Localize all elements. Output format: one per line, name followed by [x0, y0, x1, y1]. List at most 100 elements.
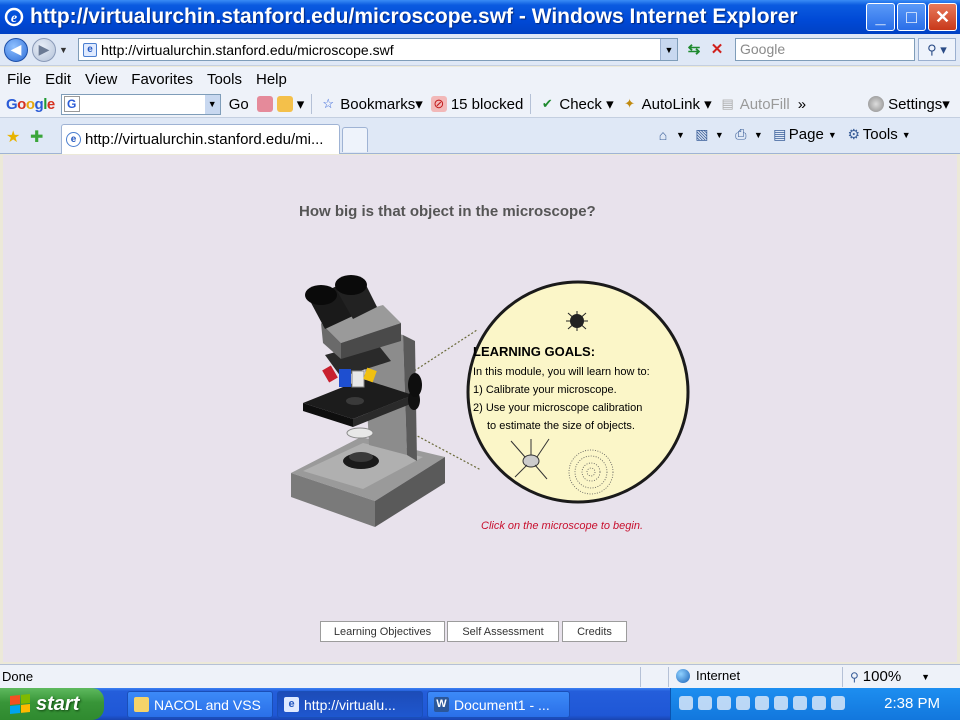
security-zone[interactable]: Internet	[676, 668, 740, 683]
google-search-input[interactable]: G ▼	[60, 93, 221, 115]
search-button[interactable]: ⚲ ▾	[918, 38, 956, 61]
tray-icon[interactable]	[831, 696, 845, 710]
page-icon: e	[83, 42, 97, 57]
zone-label: Internet	[696, 668, 741, 683]
tray-icon[interactable]	[698, 696, 712, 710]
folder-icon	[134, 697, 149, 712]
refresh-icon[interactable]: ⇆	[684, 40, 704, 60]
credits-button[interactable]: Credits	[562, 621, 627, 642]
settings-button[interactable]: Settings ▾	[868, 95, 950, 113]
check-icon: ✔	[541, 96, 553, 111]
command-bar: ⌂ ▼ ▧ ▼ ⎙ ▼ ▤ Page ▼ ⚙ Tools ▼	[654, 126, 919, 143]
search-input[interactable]: Google	[735, 38, 915, 61]
learning-objectives-button[interactable]: Learning Objectives	[320, 621, 445, 642]
menu-favorites[interactable]: Favorites	[124, 71, 200, 88]
status-bar: Done Internet ⚲ 100% ▼	[0, 664, 960, 688]
autofill-button[interactable]: ▤ AutoFill	[720, 96, 790, 113]
blocked-label: 15 blocked	[450, 95, 524, 113]
print-dropdown-icon[interactable]: ▼	[754, 130, 763, 140]
tray-icon[interactable]	[717, 696, 731, 710]
wand-icon: ✦	[624, 96, 636, 111]
menu-tools[interactable]: Tools	[200, 71, 249, 88]
tab-microscope[interactable]: e http://virtualurchin.stanford.edu/mi..…	[61, 124, 340, 154]
tray-icon[interactable]	[736, 696, 750, 710]
feeds-icon[interactable]: ▧	[693, 126, 711, 143]
maximize-button[interactable]: □	[897, 3, 926, 31]
taskbar-item-nacol[interactable]: NACOL and VSS	[127, 691, 273, 718]
tray-icon[interactable]	[793, 696, 807, 710]
toolbar-tool-icon[interactable]: ▾	[256, 95, 304, 113]
bookmarks-button[interactable]: ☆ Bookmarks ▾	[320, 95, 422, 114]
leader-line-top	[410, 329, 478, 374]
spellcheck-button[interactable]: ✔ Check ▾	[539, 95, 614, 114]
menu-view[interactable]: View	[78, 71, 124, 88]
tab-page-icon: e	[66, 132, 81, 147]
toolbar-overflow-button[interactable]: »	[798, 96, 806, 113]
ie-icon: e	[284, 697, 299, 712]
print-icon[interactable]: ⎙	[732, 126, 750, 143]
close-button[interactable]: ✕	[928, 3, 957, 31]
ie-logo-icon: e	[4, 7, 24, 27]
menu-help[interactable]: Help	[249, 71, 294, 88]
start-label: start	[36, 692, 80, 715]
menu-file[interactable]: File	[0, 71, 38, 88]
settings-label: Settings	[888, 95, 943, 113]
star-icon[interactable]: ★	[6, 127, 20, 147]
stop-icon[interactable]: ✕	[707, 40, 727, 60]
minimize-button[interactable]: _	[866, 3, 895, 31]
specimen-top	[566, 311, 588, 331]
self-assessment-button[interactable]: Self Assessment	[447, 621, 559, 642]
page-menu-button[interactable]: Page	[789, 126, 824, 143]
clock[interactable]: 2:38 PM	[884, 695, 940, 712]
popup-blocker-button[interactable]: ⊘ 15 blocked	[430, 95, 524, 113]
back-arrow-icon[interactable]: ◀	[4, 37, 28, 62]
task-label: NACOL and VSS	[154, 696, 261, 713]
toolbar-separator	[530, 94, 532, 114]
forward-arrow-icon[interactable]: ▶	[32, 37, 56, 62]
zoom-icon: ⚲	[850, 669, 859, 684]
address-dropdown-icon[interactable]: ▼	[660, 39, 677, 60]
taskbar-item-browser[interactable]: e http://virtualu...	[277, 691, 423, 718]
tray-icon[interactable]	[679, 696, 693, 710]
zoom-control[interactable]: ⚲ 100% ▼	[850, 668, 930, 685]
goal-item-1: 1) Calibrate your microscope.	[473, 384, 617, 396]
zoom-level: 100%	[862, 668, 902, 685]
go-label: Go	[228, 95, 249, 113]
history-dropdown-icon[interactable]: ▼	[59, 45, 68, 55]
globe-icon	[676, 668, 690, 683]
go-button[interactable]: Go	[229, 96, 249, 113]
settings-icon	[868, 96, 885, 112]
microscope[interactable]	[291, 275, 445, 527]
tray-icon[interactable]	[755, 696, 769, 710]
autofill-label: AutoFill	[739, 95, 790, 113]
blocked-icon: ⊘	[430, 96, 447, 112]
start-button[interactable]: start	[0, 688, 104, 720]
address-field[interactable]: e http://virtualurchin.stanford.edu/micr…	[78, 38, 678, 61]
google-search-dropdown-icon[interactable]: ▼	[204, 94, 220, 114]
add-favorite-icon[interactable]: ✚	[30, 127, 43, 147]
begin-instruction: Click on the microscope to begin.	[481, 520, 644, 532]
autofill-icon: ▤	[721, 96, 734, 111]
menu-edit[interactable]: Edit	[38, 71, 78, 88]
popup-icon	[276, 96, 293, 112]
home-icon[interactable]: ⌂	[654, 127, 672, 143]
tray-icon[interactable]	[774, 696, 788, 710]
tools-dropdown-icon[interactable]: ▼	[902, 130, 911, 140]
status-text: Done	[2, 669, 34, 684]
bookmarks-label: Bookmarks	[340, 95, 416, 113]
feeds-dropdown-icon[interactable]: ▼	[715, 130, 724, 140]
window-title: http://virtualurchin.stanford.edu/micros…	[30, 5, 798, 28]
tray-icon[interactable]	[812, 696, 826, 710]
page-dropdown-icon[interactable]: ▼	[828, 130, 837, 140]
tools-menu-button[interactable]: Tools	[863, 126, 898, 143]
window-titlebar[interactable]: e http://virtualurchin.stanford.edu/micr…	[0, 0, 960, 34]
taskbar-item-document[interactable]: W Document1 - ...	[427, 691, 570, 718]
autolink-button[interactable]: ✦ AutoLink ▾	[622, 95, 712, 114]
check-label: Check	[559, 95, 602, 113]
home-dropdown-icon[interactable]: ▼	[676, 130, 685, 140]
zoom-dropdown-icon[interactable]: ▼	[921, 672, 930, 682]
new-tab-button[interactable]	[342, 127, 368, 152]
address-url[interactable]: http://virtualurchin.stanford.edu/micros…	[101, 42, 394, 58]
gear-icon: ⚙	[847, 126, 861, 142]
task-label: http://virtualu...	[304, 696, 396, 713]
